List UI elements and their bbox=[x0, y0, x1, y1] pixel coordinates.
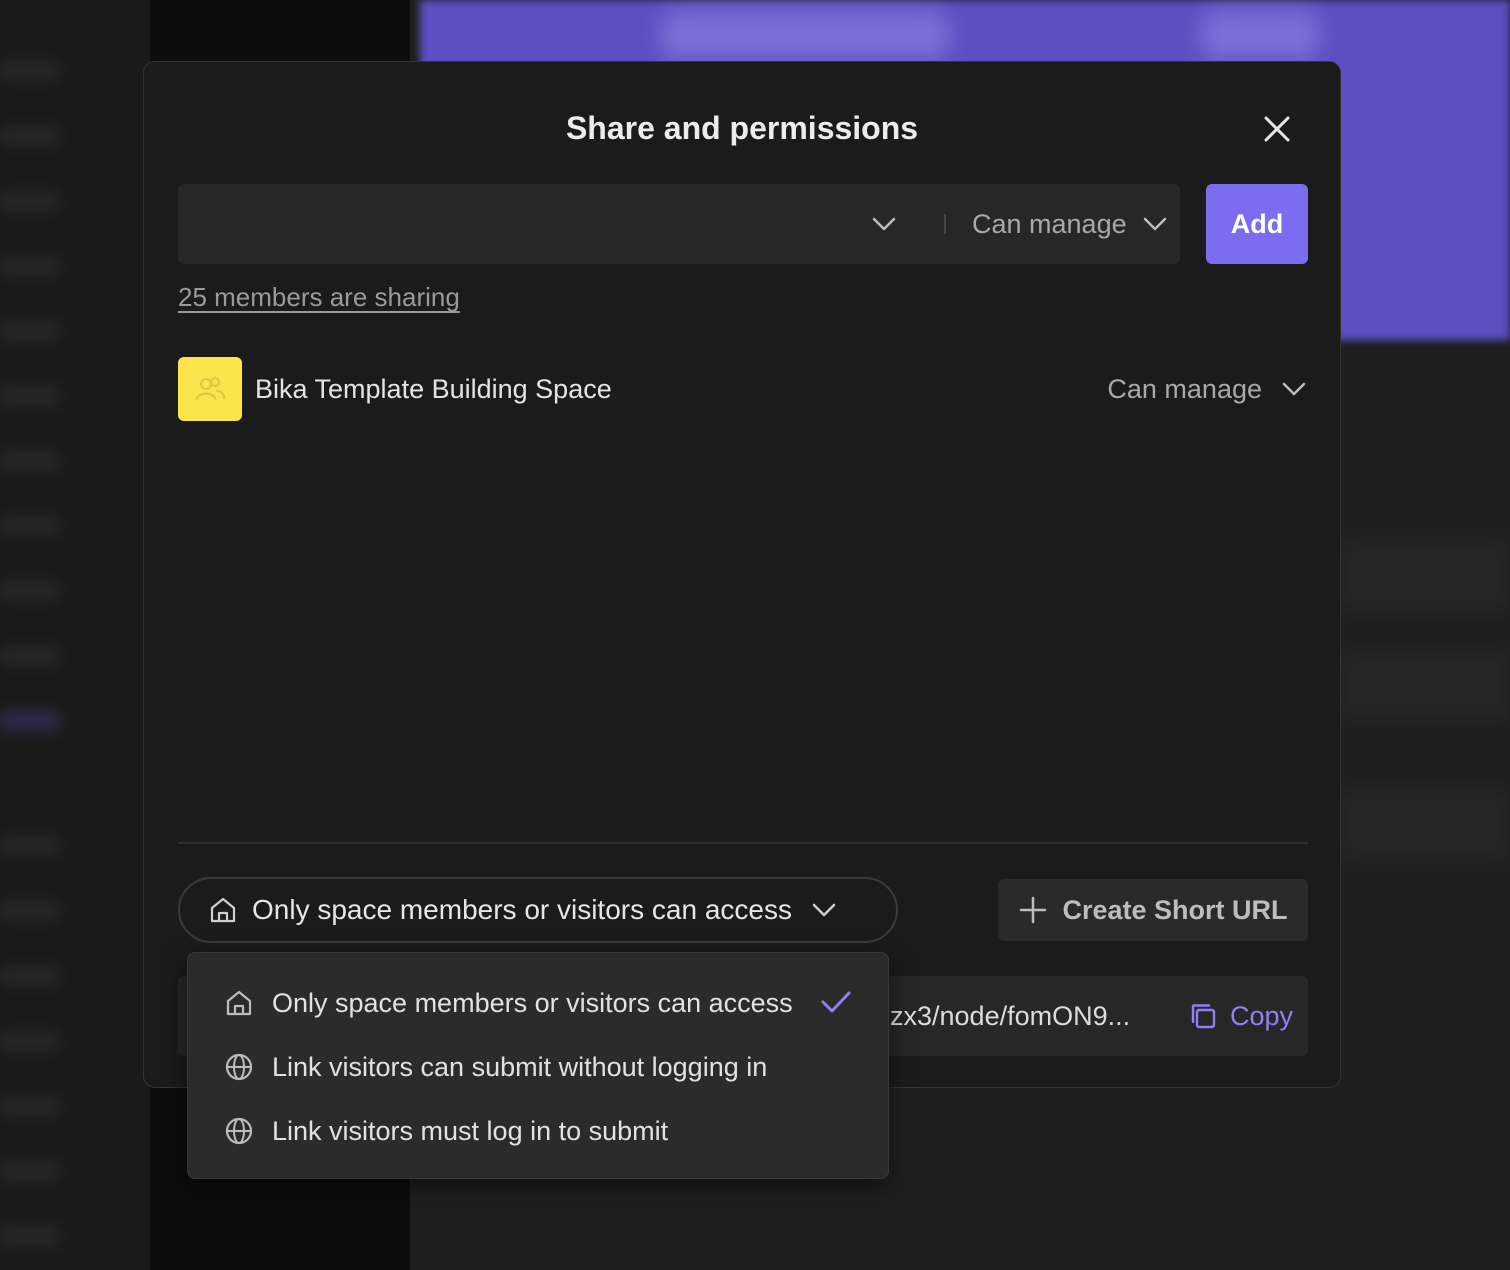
invite-role-label: Can manage bbox=[972, 208, 1127, 239]
copy-label: Copy bbox=[1230, 1000, 1294, 1031]
create-short-url-button[interactable]: Create Short URL bbox=[998, 879, 1308, 941]
group-icon bbox=[196, 377, 225, 400]
copy-icon bbox=[1191, 1004, 1216, 1029]
background-sidebar bbox=[0, 0, 150, 1270]
members-sharing-link[interactable]: 25 members are sharing bbox=[178, 282, 460, 313]
menu-item-label: Only space members or visitors can acces… bbox=[272, 987, 793, 1018]
copy-button[interactable]: Copy bbox=[1188, 976, 1293, 1056]
access-level-label: Only space members or visitors can acces… bbox=[252, 894, 792, 925]
access-level-select[interactable]: Only space members or visitors can acces… bbox=[178, 877, 898, 943]
home-icon bbox=[210, 897, 236, 923]
divider bbox=[178, 842, 1308, 844]
background-row bbox=[1340, 650, 1510, 720]
chevron-down-icon bbox=[812, 903, 836, 917]
member-role-select[interactable]: Can manage bbox=[1107, 357, 1308, 421]
member-role-label: Can manage bbox=[1107, 373, 1262, 404]
menu-item-members-only[interactable]: Only space members or visitors can acces… bbox=[224, 971, 851, 1035]
plus-icon bbox=[1020, 896, 1047, 924]
globe-icon bbox=[225, 1117, 253, 1145]
background-row bbox=[1340, 540, 1510, 610]
invite-role-select[interactable]: Can manage bbox=[972, 184, 1169, 264]
close-button[interactable] bbox=[1260, 112, 1294, 146]
chevron-down-icon bbox=[1282, 382, 1306, 396]
member-name: Bika Template Building Space bbox=[255, 374, 612, 404]
dialog-title: Share and permissions bbox=[565, 110, 919, 146]
separator bbox=[944, 214, 946, 234]
menu-item-submit-without-login[interactable]: Link visitors can submit without logging… bbox=[224, 1035, 767, 1099]
member-row: Bika Template Building Space Can manage bbox=[178, 357, 1308, 421]
share-link-url: zx3/node/fomON9... bbox=[890, 1001, 1131, 1031]
chevron-down-icon[interactable] bbox=[870, 210, 898, 238]
chevron-down-icon bbox=[1143, 217, 1166, 231]
menu-item-must-login[interactable]: Link visitors must log in to submit bbox=[224, 1099, 668, 1163]
globe-icon bbox=[225, 1053, 253, 1081]
add-button[interactable]: Add bbox=[1206, 184, 1308, 264]
share-permissions-dialog: Share and permissions Can manage Add 25 … bbox=[143, 61, 1341, 1088]
create-short-url-label: Create Short URL bbox=[1062, 894, 1288, 925]
checkmark-icon bbox=[821, 991, 851, 1013]
background-row bbox=[1340, 790, 1510, 860]
access-level-menu: Only space members or visitors can acces… bbox=[187, 952, 889, 1179]
member-select-input[interactable]: Can manage bbox=[178, 184, 1180, 264]
menu-item-label: Link visitors must log in to submit bbox=[272, 1115, 669, 1146]
avatar bbox=[178, 357, 242, 421]
home-icon bbox=[226, 990, 252, 1016]
close-icon bbox=[1264, 116, 1290, 142]
menu-item-label: Link visitors can submit without logging… bbox=[272, 1051, 768, 1082]
